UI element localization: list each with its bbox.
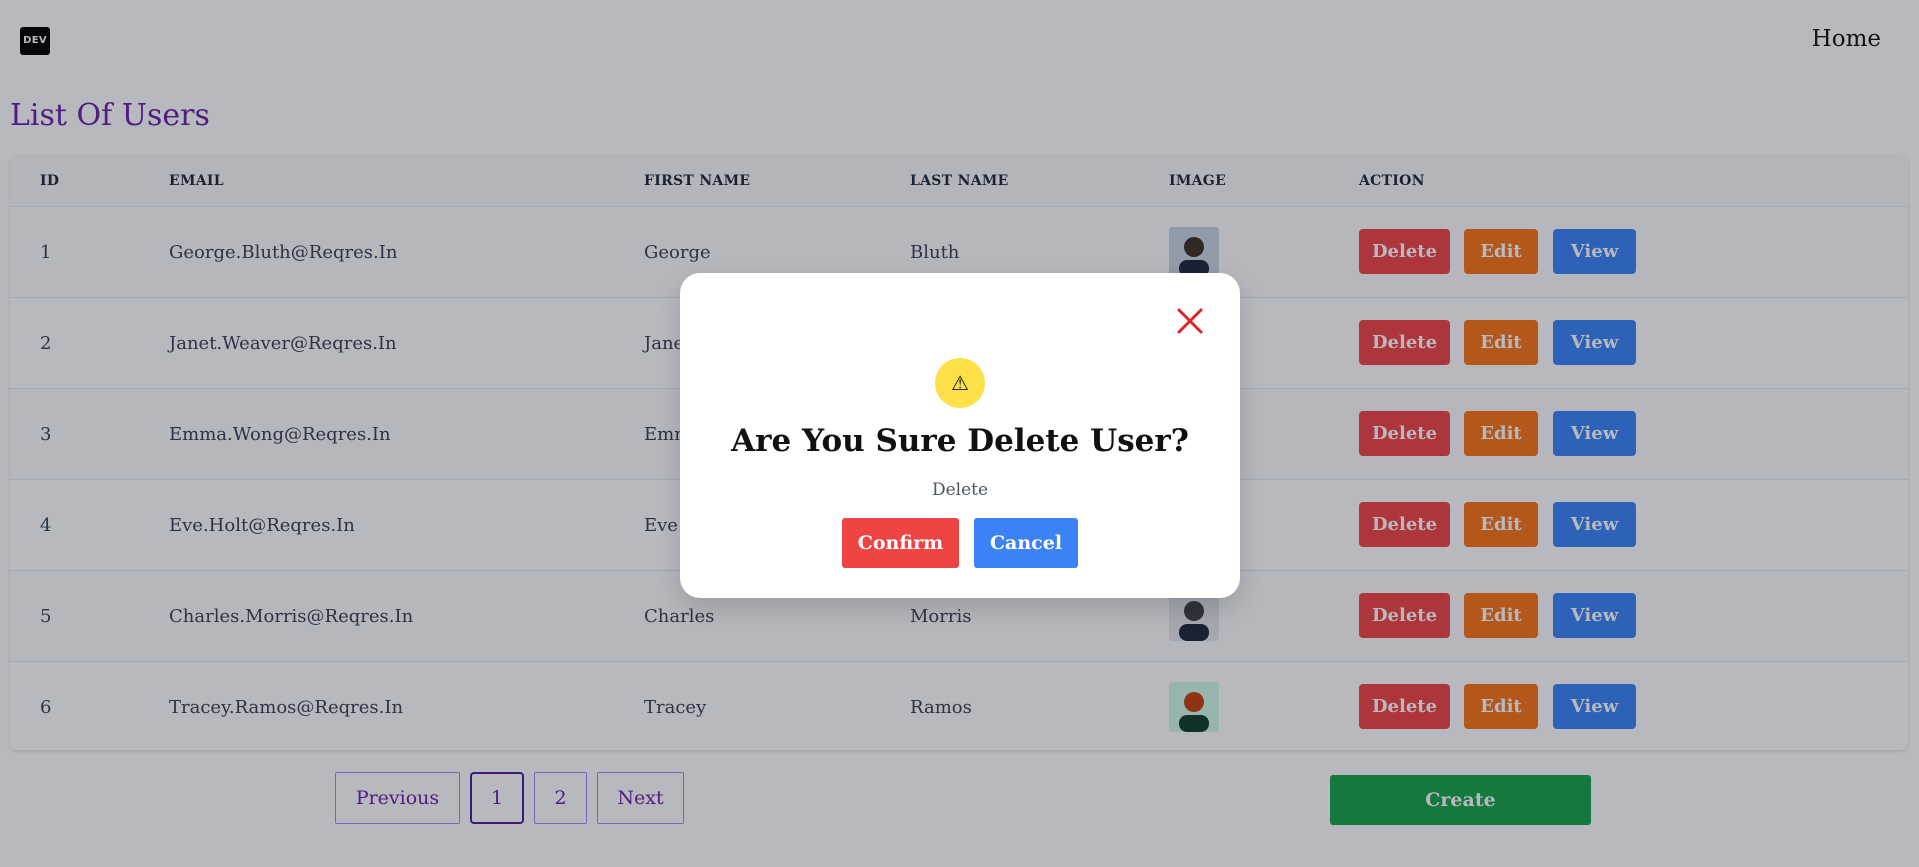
confirm-button[interactable]: Confirm <box>842 518 959 568</box>
modal-title: Are You Sure Delete User? <box>731 423 1189 459</box>
warning-icon: ⚠ <box>935 358 985 408</box>
delete-confirm-modal: ⚠ Are You Sure Delete User? Delete Confi… <box>680 273 1240 598</box>
modal-subtitle: Delete <box>931 480 989 500</box>
cancel-button[interactable]: Cancel <box>974 518 1078 568</box>
close-icon[interactable] <box>1174 305 1206 337</box>
